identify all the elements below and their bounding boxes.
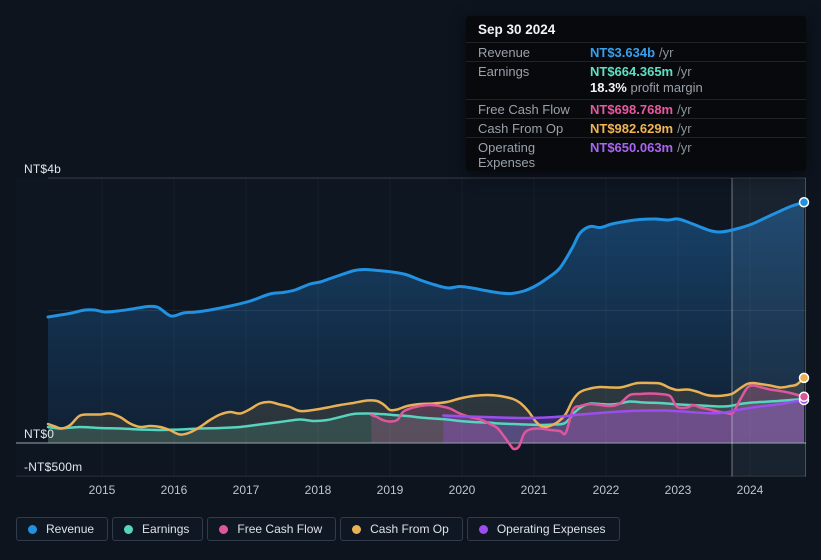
chart-tooltip: Sep 30 2024 Revenue NT$3.634b/yr Earning… — [466, 16, 806, 171]
cfo-endpoint-dot[interactable] — [798, 372, 810, 384]
y-axis-label: -NT$500m — [24, 460, 83, 475]
tooltip-value: NT$982.629m — [590, 121, 674, 136]
y-axis-label: NT$0 — [24, 427, 55, 441]
tooltip-profit-margin: 18.3% profit margin — [466, 80, 806, 100]
legend-item-fcf[interactable]: Free Cash Flow — [207, 517, 337, 541]
legend-label: Cash From Op — [370, 522, 449, 536]
tooltip-unit: /yr — [677, 121, 692, 136]
tooltip-date: Sep 30 2024 — [466, 16, 806, 43]
x-axis-label-2024: 2024 — [736, 483, 764, 497]
tooltip-row-revenue: Revenue NT$3.634b/yr — [466, 43, 806, 62]
earnings-legend-dot-icon — [124, 524, 134, 534]
legend-item-opex[interactable]: Operating Expenses — [466, 517, 620, 541]
tooltip-label: Revenue — [478, 45, 531, 60]
revenue-endpoint-dot[interactable] — [798, 196, 810, 208]
legend-label: Revenue — [46, 522, 95, 536]
tooltip-value: NT$698.768m — [590, 102, 674, 117]
x-axis-label-2018: 2018 — [304, 483, 332, 497]
tooltip-row-earnings: Earnings NT$664.365m/yr — [466, 62, 806, 80]
x-axis-label-2015: 2015 — [88, 483, 116, 497]
tooltip-row-free-cash-flow: Free Cash Flow NT$698.768m/yr — [466, 100, 806, 119]
tooltip-unit: /yr — [677, 64, 692, 79]
tooltip-label: Free Cash Flow — [478, 102, 570, 117]
cfo-legend-dot-icon — [352, 524, 362, 534]
revenue-legend-dot-icon — [28, 524, 37, 534]
opex-legend-dot-icon — [478, 524, 488, 534]
tooltip-unit: /yr — [659, 45, 674, 60]
legend-label: Operating Expenses — [496, 522, 606, 536]
tooltip-row-cash-from-op: Cash From Op NT$982.629m/yr — [466, 119, 806, 138]
legend-item-revenue[interactable]: Revenue — [16, 517, 109, 541]
tooltip-value: NT$650.063m — [590, 140, 674, 155]
x-axis-label-2021: 2021 — [520, 483, 548, 497]
tooltip-unit: /yr — [677, 102, 692, 117]
fcf-legend-dot-icon — [219, 524, 229, 534]
x-axis-label-2019: 2019 — [376, 483, 404, 497]
x-axis: 2015 2016 2017 2018 2019 2020 2021 2022 2023 2024 — [0, 483, 821, 499]
tooltip-label: Earnings — [478, 64, 530, 79]
legend-item-cfo[interactable]: Cash From Op — [340, 517, 463, 541]
x-axis-label-2022: 2022 — [592, 483, 620, 497]
tooltip-value: NT$664.365m — [590, 64, 674, 79]
legend-label: Earnings — [142, 522, 190, 536]
tooltip-label: Operating Expenses — [478, 140, 536, 170]
chart-legend: Revenue Earnings Free Cash Flow Cash From O… — [16, 517, 624, 541]
tooltip-row-operating-expenses: Operating Expenses NT$650.063m/yr — [466, 138, 806, 171]
legend-label: Free Cash Flow — [237, 522, 323, 536]
tooltip-value: NT$3.634b — [590, 45, 656, 60]
legend-item-earnings[interactable]: Earnings — [112, 517, 204, 541]
y-axis-label: NT$4b — [24, 162, 62, 176]
tooltip-unit: /yr — [677, 140, 692, 155]
x-axis-label-2020: 2020 — [448, 483, 476, 497]
hover-highlight-band — [732, 178, 807, 477]
x-axis-label-2023: 2023 — [664, 483, 692, 497]
tooltip-label: Cash From Op — [478, 121, 564, 136]
fcf-endpoint-dot[interactable] — [798, 391, 810, 402]
x-axis-label-2017: 2017 — [232, 483, 260, 497]
x-axis-label-2016: 2016 — [160, 483, 188, 497]
